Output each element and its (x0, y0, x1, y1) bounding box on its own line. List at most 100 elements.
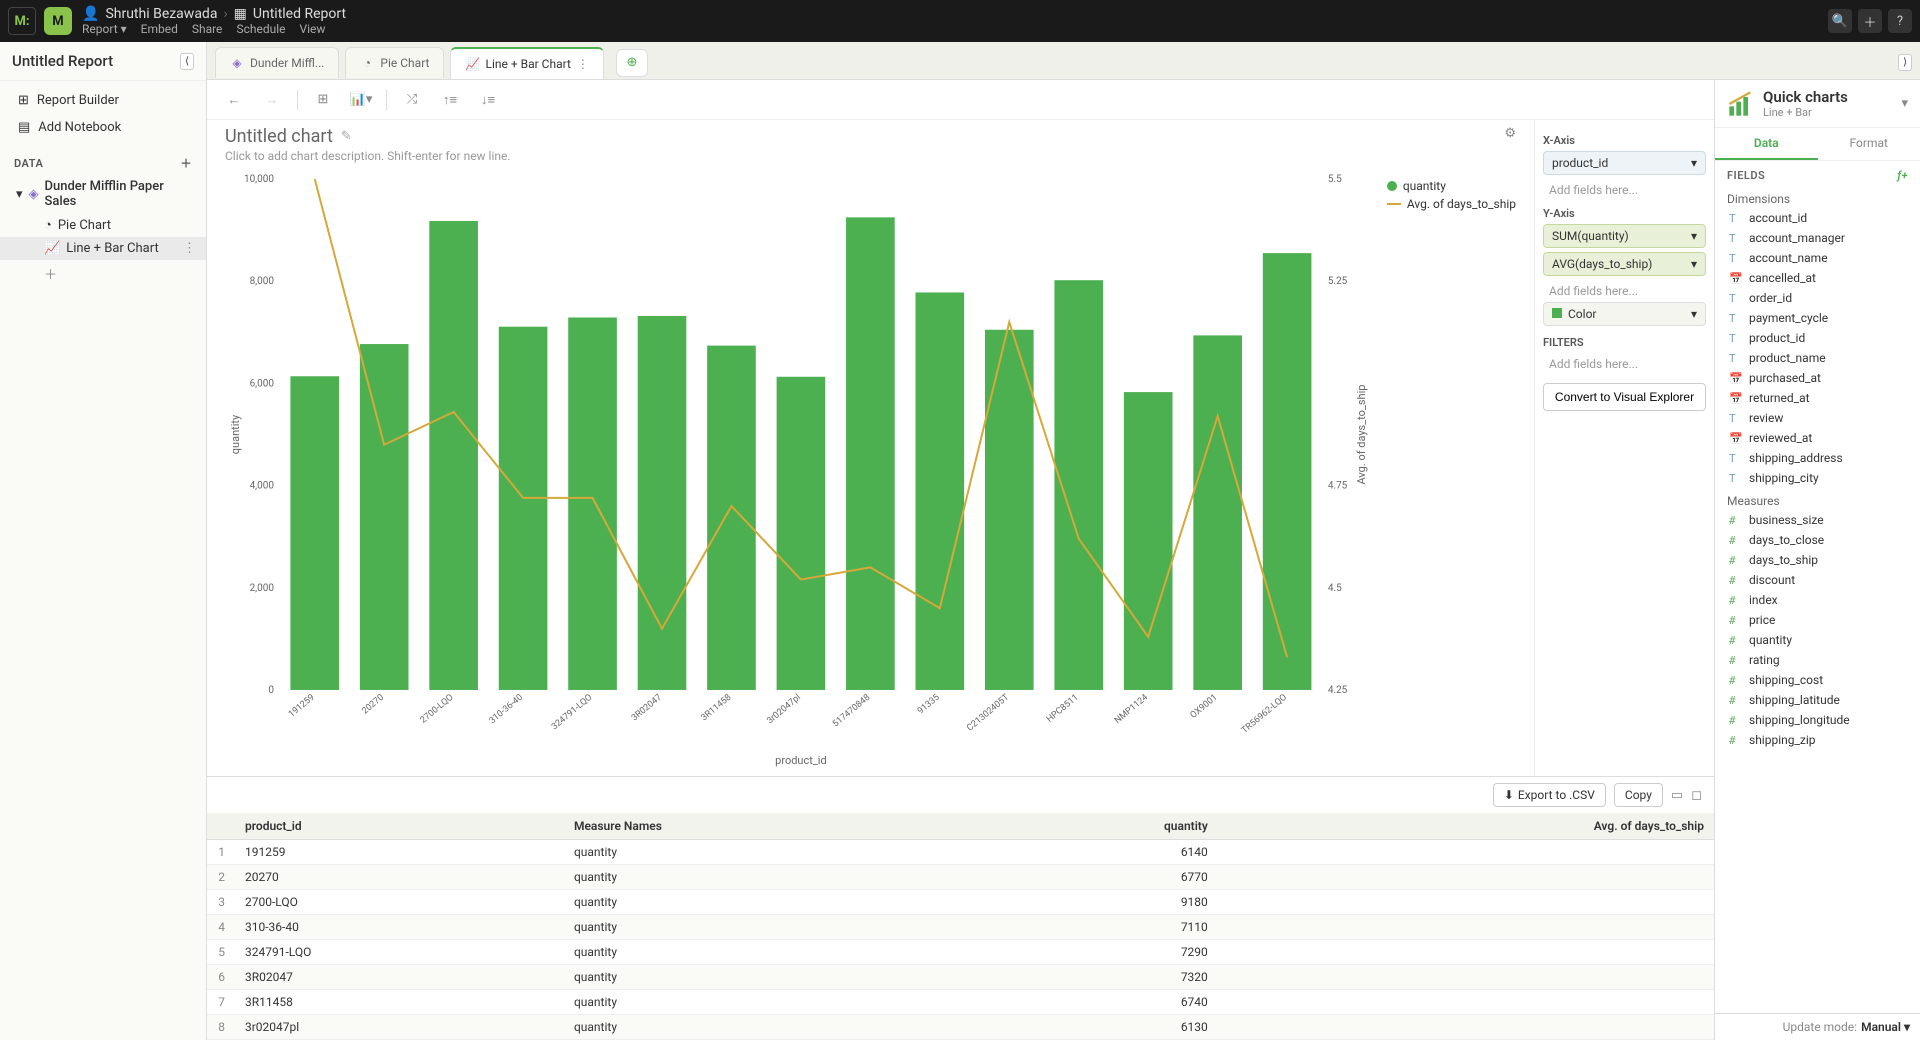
add-data-button[interactable]: ＋ (181, 155, 193, 171)
minimize-table-icon[interactable]: ▭ (1671, 788, 1683, 803)
menu-share[interactable]: Share (192, 22, 223, 36)
field-review[interactable]: Treview (1715, 408, 1920, 428)
color-pill[interactable]: Color▾ (1543, 302, 1706, 326)
svg-text:4.5: 4.5 (1328, 583, 1342, 594)
field-rating[interactable]: #rating (1715, 650, 1920, 670)
export-csv-button[interactable]: ⬇Export to .CSV (1493, 783, 1606, 807)
chart-more-icon[interactable]: ⋮ (183, 241, 196, 256)
add-chart-button[interactable]: ＋ (0, 260, 206, 287)
search-icon[interactable]: 🔍 (1828, 9, 1852, 33)
topbar: M: M 👤 Shruthi Bezawada › ▦ Untitled Rep… (0, 0, 1920, 42)
field-returned_at[interactable]: 📅returned_at (1715, 388, 1920, 408)
report-icon: ▦ (234, 6, 247, 22)
table-row[interactable]: 220270quantity6770 (207, 865, 1714, 890)
sort-asc-button[interactable]: ↑≡ (437, 87, 463, 113)
update-mode-value[interactable]: Manual ▾ (1861, 1020, 1910, 1034)
field-shipping_address[interactable]: Tshipping_address (1715, 448, 1920, 468)
table-header[interactable]: Measure Names (564, 813, 975, 840)
field-days_to_close[interactable]: #days_to_close (1715, 530, 1920, 550)
field-shipping_latitude[interactable]: #shipping_latitude (1715, 690, 1920, 710)
xaxis-add-fields[interactable]: Add fields here... (1543, 179, 1706, 201)
chart-type-button[interactable]: 📊▾ (348, 87, 374, 113)
add-field-icon[interactable]: ƒ+ (1897, 169, 1908, 182)
svg-text:C21302405T: C21302405T (965, 692, 1011, 733)
table-row[interactable]: 4310-36-40quantity7110 (207, 915, 1714, 940)
field-shipping_longitude[interactable]: #shipping_longitude (1715, 710, 1920, 730)
field-index[interactable]: #index (1715, 590, 1920, 610)
swap-axes-button[interactable]: ⤮ (399, 87, 425, 113)
sort-desc-button[interactable]: ↓≡ (475, 87, 501, 113)
help-icon[interactable]: ? (1888, 9, 1912, 33)
field-account_name[interactable]: Taccount_name (1715, 248, 1920, 268)
fields-tab-format[interactable]: Format (1818, 128, 1920, 160)
brand-icon[interactable]: M (44, 7, 72, 35)
table-row[interactable]: 1191259quantity6140 (207, 840, 1714, 865)
chevron-down-icon: ▾ (1691, 156, 1697, 170)
chart-node-combo[interactable]: 📈Line + Bar Chart⋮ (0, 237, 206, 260)
table-header[interactable]: quantity (975, 813, 1218, 840)
table-row[interactable]: 73R11458quantity6740 (207, 990, 1714, 1015)
quick-chart-dropdown[interactable]: ▾ (1901, 96, 1908, 111)
xaxis-field-pill[interactable]: product_id▾ (1543, 151, 1706, 175)
table-row[interactable]: 83r02047plquantity6130 (207, 1015, 1714, 1040)
tab-combo[interactable]: 📈Line + Bar Chart⋮ (450, 47, 603, 79)
yaxis-add-fields[interactable]: Add fields here... (1543, 280, 1706, 302)
nav-report-builder[interactable]: ⊞Report Builder (0, 87, 206, 114)
chart-description[interactable]: Click to add chart description. Shift-en… (225, 149, 1516, 163)
breadcrumb-user[interactable]: Shruthi Bezawada (105, 6, 217, 22)
fields-tab-data[interactable]: Data (1715, 128, 1818, 160)
chart-title[interactable]: Untitled chart (225, 126, 333, 147)
field-purchased_at[interactable]: 📅purchased_at (1715, 368, 1920, 388)
filters-add-fields[interactable]: Add fields here... (1543, 353, 1706, 375)
tab-pie[interactable]: ◔Pie Chart (345, 47, 444, 78)
dataset-node[interactable]: ▾◈Dunder Mifflin Paper Sales (0, 175, 206, 213)
field-order_id[interactable]: Torder_id (1715, 288, 1920, 308)
field-quantity[interactable]: #quantity (1715, 630, 1920, 650)
forward-button[interactable]: → (259, 87, 285, 113)
field-shipping_zip[interactable]: #shipping_zip (1715, 730, 1920, 750)
expand-right-button[interactable]: ⟩ (1898, 54, 1912, 71)
menu-report[interactable]: Report ▾ (82, 22, 127, 36)
copy-button[interactable]: Copy (1614, 783, 1663, 807)
field-cancelled_at[interactable]: 📅cancelled_at (1715, 268, 1920, 288)
dimensions-group-label: Dimensions (1715, 186, 1920, 208)
nav-add-notebook[interactable]: ▤Add Notebook (0, 114, 206, 141)
yaxis-field1-pill[interactable]: SUM(quantity)▾ (1543, 224, 1706, 248)
new-tab-button[interactable]: ⊕ (616, 49, 648, 77)
field-account_id[interactable]: Taccount_id (1715, 208, 1920, 228)
collapse-sidebar-button[interactable]: ⟨ (180, 53, 194, 70)
add-icon[interactable]: ＋ (1858, 9, 1882, 33)
add-panel-button[interactable]: ⊞ (310, 87, 336, 113)
field-business_size[interactable]: #business_size (1715, 510, 1920, 530)
field-payment_cycle[interactable]: Tpayment_cycle (1715, 308, 1920, 328)
convert-button[interactable]: Convert to Visual Explorer (1543, 383, 1706, 411)
table-row[interactable]: 32700-LQOquantity9180 (207, 890, 1714, 915)
field-price[interactable]: #price (1715, 610, 1920, 630)
table-row[interactable]: 63R02047quantity7320 (207, 965, 1714, 990)
back-button[interactable]: ← (221, 87, 247, 113)
menu-embed[interactable]: Embed (141, 22, 178, 36)
table-row[interactable]: 5324791-LQOquantity7290 (207, 940, 1714, 965)
tab-more-icon[interactable]: ⋮ (577, 57, 589, 71)
field-reviewed_at[interactable]: 📅reviewed_at (1715, 428, 1920, 448)
field-product_name[interactable]: Tproduct_name (1715, 348, 1920, 368)
field-shipping_cost[interactable]: #shipping_cost (1715, 670, 1920, 690)
chart-node-pie[interactable]: ◔Pie Chart (0, 213, 206, 237)
maximize-table-icon[interactable]: ◻ (1691, 788, 1702, 803)
menu-view[interactable]: View (299, 22, 325, 36)
table-header[interactable]: product_id (235, 813, 564, 840)
field-product_id[interactable]: Tproduct_id (1715, 328, 1920, 348)
field-shipping_city[interactable]: Tshipping_city (1715, 468, 1920, 488)
field-discount[interactable]: #discount (1715, 570, 1920, 590)
menu-schedule[interactable]: Schedule (236, 22, 285, 36)
edit-title-icon[interactable]: ✎ (341, 129, 352, 144)
field-days_to_ship[interactable]: #days_to_ship (1715, 550, 1920, 570)
yaxis-field2-pill[interactable]: AVG(days_to_ship)▾ (1543, 252, 1706, 276)
chart-settings-icon[interactable]: ⚙ (1504, 126, 1516, 141)
breadcrumb-report[interactable]: Untitled Report (253, 6, 346, 22)
tab-dataset[interactable]: ◈Dunder Miffl... (215, 47, 339, 78)
report-title[interactable]: Untitled Report (12, 52, 113, 70)
app-logo-icon[interactable]: M: (8, 7, 36, 35)
field-account_manager[interactable]: Taccount_manager (1715, 228, 1920, 248)
table-header[interactable]: Avg. of days_to_ship (1218, 813, 1714, 840)
